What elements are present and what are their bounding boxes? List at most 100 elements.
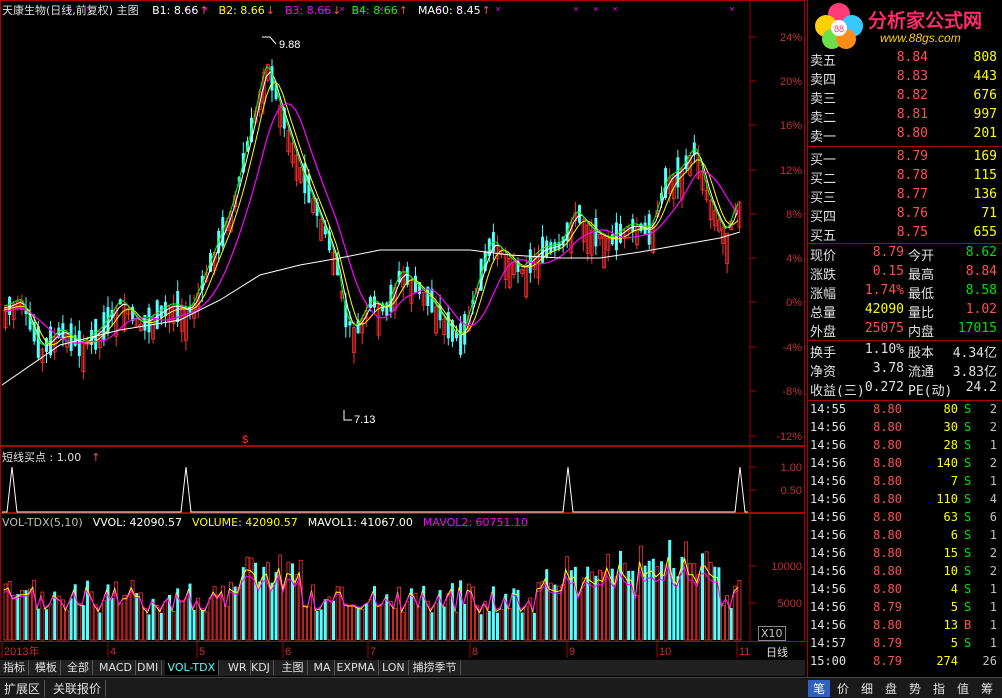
tick-volume: 274 <box>936 654 958 668</box>
volume-bar-up <box>11 594 16 641</box>
quote-panel: 88 分析家公式网 www.88gs.com 卖五 8.84 808 卖四 8.83 44… <box>807 0 1002 677</box>
volume-bar-down <box>569 570 573 640</box>
right-tab-势[interactable]: 势 <box>904 680 926 697</box>
right-tab-值[interactable]: 值 <box>952 680 974 697</box>
y-tick-label: 0% <box>786 297 802 309</box>
tab-expma[interactable]: EXPMA <box>334 660 379 675</box>
tab-vol-tdx[interactable]: VOL-TDX <box>164 660 220 675</box>
tick-volume: 10 <box>943 564 958 578</box>
tick-side: S <box>964 582 972 596</box>
vol-y-tick-label: 5000 <box>778 598 802 610</box>
quote-value: 1.02 <box>965 302 997 317</box>
bottom-tab-1[interactable]: 关联报价 <box>49 680 107 697</box>
right-tab-筹[interactable]: 筹 <box>976 680 998 697</box>
volume-bar-up <box>368 599 373 641</box>
tick-volume: 15 <box>943 546 958 560</box>
tick-row: 14:56 8.79 5 S 1 <box>808 600 1001 618</box>
tab-kdj[interactable]: KDJ <box>248 660 274 675</box>
quote-label: 总量 <box>810 306 837 321</box>
volume-bar-down <box>319 609 323 640</box>
volume-bar-up <box>434 602 438 641</box>
bottom-tab-0[interactable]: 扩展区 <box>0 680 46 697</box>
right-tab-细[interactable]: 细 <box>856 680 878 697</box>
tab-ma[interactable]: MA <box>311 660 335 675</box>
order-book-row: 买一 8.79 169 <box>808 149 1001 168</box>
finance-value: 0.272 <box>864 380 904 395</box>
tab-lon[interactable]: LON <box>379 660 409 675</box>
tick-price: 8.80 <box>873 438 902 452</box>
right-tab-价[interactable]: 价 <box>832 680 854 697</box>
volume-legend-item: MAVOL1: 41067.00 <box>307 516 413 529</box>
tab-macd[interactable]: MACD <box>96 660 136 675</box>
right-tab-笔[interactable]: 笔 <box>808 680 830 697</box>
indicator-title: 短线买点 : 1.00 <box>2 451 82 464</box>
tick-volume: 7 <box>950 474 958 488</box>
volume-bar-up <box>635 594 639 641</box>
stock-chart-area[interactable]: × × × × × × × × × × × × × × ×9.887.13$ 1.000.50 100005… <box>0 0 805 660</box>
tick-volume: 4 <box>950 582 958 596</box>
finance-row: 换手 1.10% 股本 4.34亿 <box>808 342 1001 361</box>
candle-down <box>430 288 434 313</box>
tab-wr[interactable]: WR <box>225 660 251 675</box>
quote-label: 内盘 <box>908 325 935 340</box>
volume-chart[interactable]: 10000 5000 <box>3 539 802 641</box>
ind-y-tick-label: 1.00 <box>781 462 802 474</box>
volume-bar-up <box>306 606 311 641</box>
logo-url: www.88gs.com <box>880 31 961 45</box>
finance-label: 净资 <box>810 365 837 380</box>
tick-row: 14:56 8.80 7 S 1 <box>808 474 1001 492</box>
volume-bar-up <box>65 610 69 641</box>
tick-time: 14:55 <box>810 402 847 416</box>
svg-text:88: 88 <box>834 24 844 34</box>
tick-volume: 5 <box>950 600 958 614</box>
order-book-row: 卖一 8.80 201 <box>808 126 1001 145</box>
tick-volume: 110 <box>936 492 958 506</box>
tick-count: 1 <box>989 618 997 632</box>
order-price: 8.77 <box>896 187 928 202</box>
tick-side: S <box>964 474 972 488</box>
tick-row: 14:57 8.79 5 S 1 <box>808 636 1001 654</box>
volume-bar-up <box>347 605 352 641</box>
high-marker <box>262 36 277 45</box>
volume-bar-down <box>532 612 536 640</box>
tick-price: 8.80 <box>873 492 902 506</box>
main-chart-legend: 天康生物(日线,前复权) 主图 B1: 8.66↑ B2: 8.66↓ B3: 8.… <box>2 2 511 18</box>
volume-bar-up <box>327 596 332 641</box>
volume-legend-item: VVOL: 42090.57 <box>92 516 183 529</box>
bottom-bar: 扩展区 关联报价 笔价细盘势指值筹 <box>0 677 1002 698</box>
tick-time: 14:56 <box>810 528 847 542</box>
high-price-label: 9.88 <box>279 39 300 51</box>
tab-指标[interactable]: 指标 <box>0 660 29 675</box>
volume-bar-up <box>565 556 570 641</box>
tab-dmi[interactable]: DMI <box>134 660 163 675</box>
volume-bar-up <box>204 611 209 641</box>
volume-unit-badge: X10 <box>758 626 786 641</box>
tick-volume: 30 <box>943 420 958 434</box>
order-volume: 201 <box>973 126 997 141</box>
order-volume: 136 <box>973 187 997 202</box>
price-chart[interactable]: × × × × × × × × × × × × × × ×9.887.13$ <box>1 4 742 446</box>
tab-捕捞季节[interactable]: 捕捞季节 <box>410 660 461 675</box>
volume-bar-up <box>405 601 410 641</box>
volume-bar-down <box>16 594 20 640</box>
finance-label: PE(动) <box>908 384 953 399</box>
quote-row: 涨跌 0.15 最高 8.84 <box>808 264 1001 283</box>
legend-item: MA60: 8.45 <box>417 4 481 17</box>
tab-主图[interactable]: 主图 <box>279 660 308 675</box>
volume-bar-up <box>102 599 106 641</box>
tab-模板[interactable]: 模板 <box>32 660 61 675</box>
period-label[interactable]: 日线 <box>766 644 788 660</box>
order-book-row: 买二 8.78 115 <box>808 168 1001 187</box>
tick-count: 2 <box>989 564 997 578</box>
signal-mark: $ <box>242 434 248 446</box>
indicator-frame <box>0 446 805 513</box>
volume-bar-up <box>721 604 725 641</box>
right-tab-指[interactable]: 指 <box>928 680 950 697</box>
right-tab-盘[interactable]: 盘 <box>880 680 902 697</box>
indicator-tab-bar: 指标 模板 全部 MACD DMI VOL-TDX WR KDJ 主图 MA EXPMA LON 捕捞季… <box>0 660 805 676</box>
tab-全部[interactable]: 全部 <box>64 660 93 675</box>
volume-bar-up <box>393 608 397 641</box>
order-label: 卖三 <box>810 92 837 107</box>
tick-count: 2 <box>989 402 997 416</box>
tick-volume: 5 <box>950 636 958 650</box>
